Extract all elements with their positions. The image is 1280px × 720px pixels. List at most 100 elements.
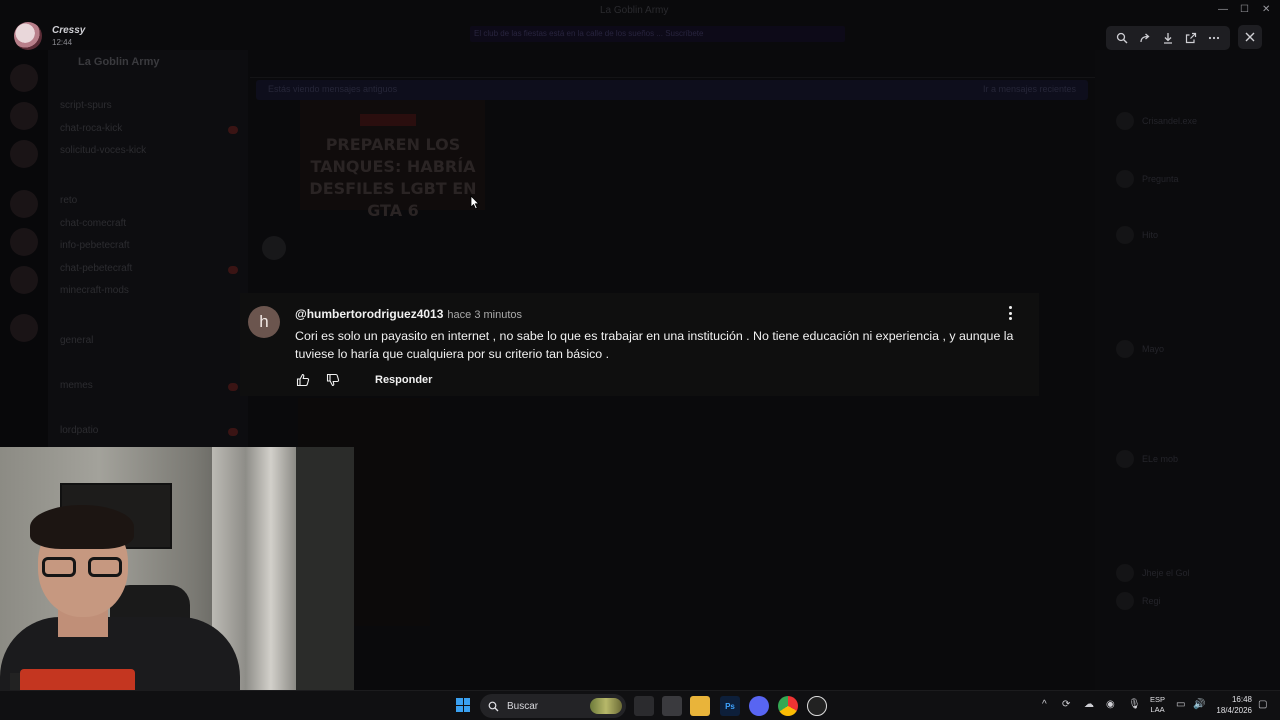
channel-item[interactable]: memes: [60, 380, 93, 391]
unread-badge: [228, 266, 238, 274]
more-options-icon[interactable]: [1205, 29, 1223, 47]
avatar[interactable]: [1116, 564, 1134, 582]
server-icon[interactable]: [10, 64, 38, 92]
download-icon[interactable]: [1159, 29, 1177, 47]
start-button[interactable]: [456, 698, 470, 712]
video-thumbnail[interactable]: PREPAREN LOS TANQUES: HABRÍA DESFILES LG…: [300, 100, 485, 220]
channel-item[interactable]: solicitud-voces-kick: [60, 145, 146, 156]
close-icon: [1245, 32, 1255, 42]
comment-time[interactable]: hace 3 minutos: [447, 309, 522, 321]
channel-item[interactable]: chat-roca-kick: [60, 123, 122, 134]
reply-button[interactable]: Responder: [375, 374, 432, 386]
channel-header: [250, 50, 1095, 78]
microphone-icon[interactable]: 🎙: [1128, 699, 1141, 710]
banner-text: Estás viendo mensajes antiguos: [268, 84, 398, 94]
clock-time: 16:48: [1231, 695, 1252, 704]
task-view-icon[interactable]: [634, 696, 654, 716]
tray-icon[interactable]: ⟳: [1062, 699, 1070, 710]
app-icon[interactable]: [662, 696, 682, 716]
notification-icon[interactable]: ▢: [1258, 699, 1267, 710]
member-name[interactable]: Hito: [1142, 230, 1158, 240]
avatar[interactable]: [1116, 112, 1134, 130]
member-name[interactable]: Mayo: [1142, 344, 1164, 354]
language-line-2: LAA: [1150, 705, 1165, 714]
avatar[interactable]: [1116, 226, 1134, 244]
shield-icon[interactable]: ◉: [1106, 699, 1115, 710]
search-highlight-image: [590, 698, 622, 714]
search-icon: [488, 701, 499, 711]
screen: La Goblin Army — ☐ ✕ El club de las fies…: [0, 0, 1280, 720]
avatar[interactable]: [14, 22, 42, 50]
avatar[interactable]: [1116, 592, 1134, 610]
like-button[interactable]: [295, 372, 311, 388]
zoom-icon[interactable]: [1113, 29, 1131, 47]
member-name[interactable]: Jheje el Gol: [1142, 568, 1190, 578]
channel-item[interactable]: chat-comecraft: [60, 218, 126, 229]
channel-item[interactable]: info-pebetecraft: [60, 240, 130, 251]
minimize-button[interactable]: —: [1218, 4, 1228, 15]
taskbar: Buscar Ps ^ ⟳ ☁ ◉ 🎙 ESP LAA ▭ 🔊 16:48 18…: [0, 690, 1280, 720]
thumbnail-tag: [360, 114, 416, 126]
commenter-handle[interactable]: @humbertorodriguez4013: [295, 307, 443, 321]
server-icon[interactable]: [10, 228, 38, 256]
server-icon[interactable]: [10, 102, 38, 130]
chrome-icon[interactable]: [778, 696, 798, 716]
unread-badge: [228, 428, 238, 436]
discord-icon[interactable]: [749, 696, 769, 716]
language-indicator[interactable]: ESP LAA: [1150, 695, 1165, 715]
taskbar-clock[interactable]: 16:48 18/4/2026: [1212, 694, 1252, 716]
volume-icon[interactable]: 🔊: [1193, 699, 1205, 710]
channel-item[interactable]: chat-pebetecraft: [60, 263, 132, 274]
photoshop-icon[interactable]: Ps: [720, 696, 740, 716]
window-title: La Goblin Army: [600, 5, 669, 16]
guild-name: La Goblin Army: [78, 56, 160, 68]
comment-more-icon[interactable]: [1004, 304, 1016, 322]
webcam-feed: [0, 447, 354, 690]
avatar[interactable]: [262, 236, 286, 260]
server-icon[interactable]: [10, 140, 38, 168]
channel-item[interactable]: reto: [60, 195, 77, 206]
clock-date: 18/4/2026: [1216, 706, 1252, 715]
member-name[interactable]: Crisandel.exe: [1142, 116, 1197, 126]
avatar[interactable]: [1116, 170, 1134, 188]
server-icon[interactable]: [10, 190, 38, 218]
member-name[interactable]: Regi: [1142, 596, 1161, 606]
dislike-button[interactable]: [325, 372, 341, 388]
network-icon[interactable]: ▭: [1176, 699, 1185, 710]
unread-badge: [228, 383, 238, 391]
forward-icon[interactable]: [1136, 29, 1154, 47]
taskbar-search[interactable]: Buscar: [480, 694, 626, 718]
server-icon[interactable]: [10, 314, 38, 342]
chevron-up-icon[interactable]: ^: [1042, 699, 1047, 710]
jump-to-present-link[interactable]: Ir a mensajes recientes: [983, 84, 1076, 94]
open-external-icon[interactable]: [1182, 29, 1200, 47]
viewer-toolbar: [1106, 26, 1230, 50]
member-name[interactable]: ELe mob: [1142, 454, 1178, 464]
thumbs-down-icon: [326, 373, 340, 387]
search-label: Buscar: [507, 700, 539, 712]
channel-item[interactable]: lordpatio: [60, 425, 98, 436]
thumbs-up-icon: [296, 373, 310, 387]
member-name[interactable]: Pregunta: [1142, 174, 1179, 184]
cloud-icon[interactable]: ☁: [1084, 699, 1094, 710]
maximize-button[interactable]: ☐: [1240, 4, 1249, 15]
channel-item[interactable]: general: [60, 335, 93, 346]
file-explorer-icon[interactable]: [690, 696, 710, 716]
webcam-microphone: [20, 669, 135, 690]
webcam-glasses: [42, 557, 128, 579]
viewer-author[interactable]: Cressy 12:44: [14, 22, 85, 50]
avatar[interactable]: [1116, 450, 1134, 468]
obs-icon[interactable]: [807, 696, 827, 716]
channel-item[interactable]: script-spurs: [60, 100, 112, 111]
old-messages-banner[interactable]: Estás viendo mensajes antiguos Ir a mens…: [256, 80, 1088, 100]
server-icon[interactable]: [10, 266, 38, 294]
commenter-avatar[interactable]: h: [248, 306, 280, 338]
author-name: Cressy: [52, 25, 86, 36]
thumbnail-text: PREPAREN LOS TANQUES: HABRÍA DESFILES LG…: [309, 135, 477, 220]
notice-text: El club de las fiestas está en la calle …: [474, 29, 704, 38]
viewer-close-button[interactable]: [1238, 25, 1262, 49]
comment-text: Cori es solo un payasito en internet , n…: [295, 329, 1014, 361]
channel-item[interactable]: minecraft-mods: [60, 285, 129, 296]
window-close-button[interactable]: ✕: [1262, 4, 1270, 15]
avatar[interactable]: [1116, 340, 1134, 358]
